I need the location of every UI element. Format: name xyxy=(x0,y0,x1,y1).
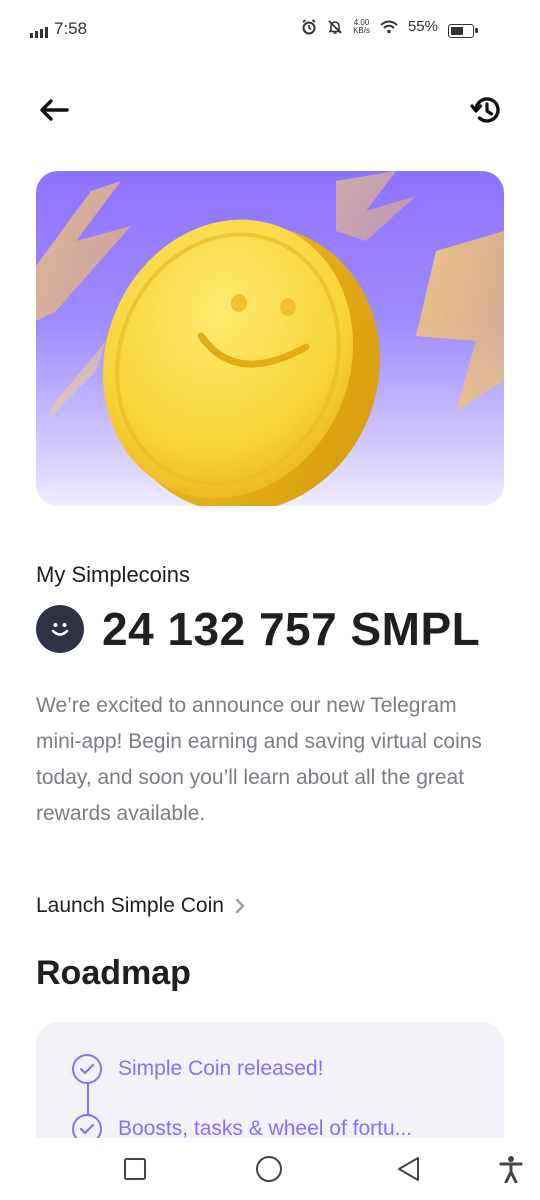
announcement-text: We’re excited to announce our new Telegr… xyxy=(36,694,482,825)
roadmap-item-label: Boosts, tasks & wheel of fortu... xyxy=(118,1117,413,1138)
coin-icon xyxy=(36,605,84,653)
accessibility-icon xyxy=(499,1156,523,1183)
history-icon xyxy=(470,97,500,123)
balance-label: My Simplecoins xyxy=(36,562,191,587)
status-bar: 7:58 4.00 KB/s 55% xyxy=(0,0,540,64)
arrow-left-icon xyxy=(40,99,69,121)
balance-amount: 24 132 757 SMPL xyxy=(102,603,481,655)
smiley-icon xyxy=(51,623,69,636)
triangle-back-icon xyxy=(398,1157,419,1181)
network-speed: 4.00 KB/s xyxy=(353,18,370,35)
system-nav-bar xyxy=(0,1138,540,1200)
signal-icon xyxy=(30,24,48,38)
history-button[interactable] xyxy=(468,92,504,128)
check-circle-icon xyxy=(72,1114,102,1138)
roadmap-title: Roadmap xyxy=(36,954,191,992)
square-icon xyxy=(124,1158,146,1180)
balance-row: 24 132 757 SMPL xyxy=(36,602,480,656)
alarm-icon xyxy=(302,18,316,34)
roadmap-card: Simple Coin released! Boosts, tasks & wh… xyxy=(36,1022,504,1138)
smiling-coin-illustration xyxy=(36,171,504,506)
wifi-icon xyxy=(380,20,398,33)
status-left: 7:58 xyxy=(30,20,87,38)
roadmap-item: Boosts, tasks & wheel of fortu... xyxy=(72,1114,412,1138)
check-circle-icon xyxy=(72,1054,102,1084)
back-button[interactable] xyxy=(36,92,72,128)
chevron-right-icon xyxy=(235,898,245,914)
accessibility-button[interactable] xyxy=(496,1154,526,1184)
network-speed-unit: KB/s xyxy=(353,25,370,35)
circle-icon xyxy=(256,1156,282,1182)
clock: 7:58 xyxy=(54,19,88,38)
launch-simple-coin-link[interactable]: Launch Simple Coin xyxy=(36,894,246,918)
battery-percent: 55% xyxy=(407,18,438,35)
battery-icon xyxy=(448,24,478,38)
back-nav-button[interactable] xyxy=(394,1154,424,1184)
home-button[interactable] xyxy=(254,1154,284,1184)
silent-icon xyxy=(328,19,342,34)
roadmap-item-label: Simple Coin released! xyxy=(118,1057,324,1080)
launch-link-label: Launch Simple Coin xyxy=(36,894,224,917)
roadmap-item: Simple Coin released! xyxy=(72,1054,323,1084)
hero-banner xyxy=(36,171,504,506)
recents-button[interactable] xyxy=(120,1154,150,1184)
